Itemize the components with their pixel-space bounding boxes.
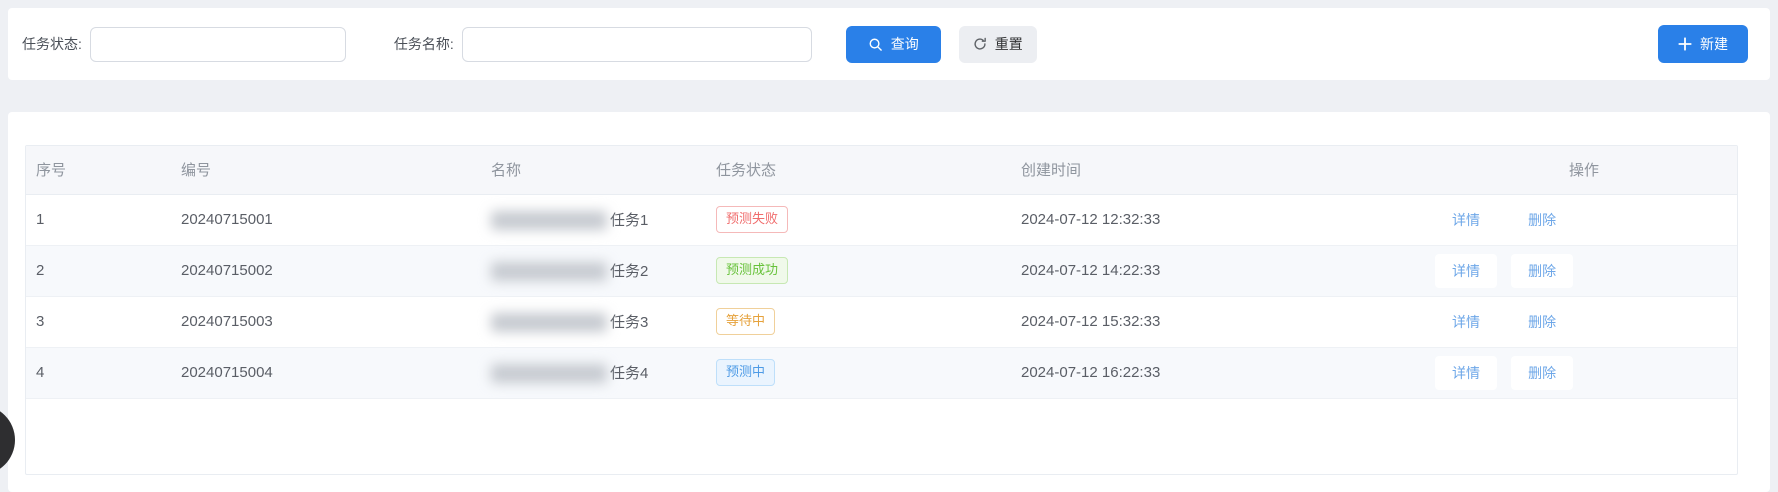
search-icon <box>868 37 883 52</box>
status-badge: 预测中 <box>716 359 775 385</box>
column-header-operations: 操作 <box>1431 146 1737 194</box>
redacted-name-blur <box>491 211 607 230</box>
cell-operations: 详情 删除 <box>1431 347 1737 398</box>
redacted-name-blur <box>491 262 607 281</box>
task-name-label: 任务名称: <box>394 34 454 54</box>
status-badge: 预测失败 <box>716 206 788 232</box>
delete-button[interactable]: 删除 <box>1511 254 1573 288</box>
task-name-input[interactable] <box>462 27 812 62</box>
delete-button[interactable]: 删除 <box>1511 305 1573 339</box>
detail-button[interactable]: 详情 <box>1435 254 1497 288</box>
cell-code: 20240715004 <box>171 347 481 398</box>
detail-button[interactable]: 详情 <box>1435 305 1497 339</box>
name-suffix: 任务1 <box>610 212 648 229</box>
status-badge: 等待中 <box>716 308 775 334</box>
task-status-label: 任务状态: <box>22 34 82 54</box>
column-header-index: 序号 <box>26 146 171 194</box>
table-row: 4 20240715004 任务4 预测中 2024-07-12 16:22:3… <box>26 347 1737 398</box>
cell-created: 2024-07-12 15:32:33 <box>1011 296 1431 347</box>
column-header-status: 任务状态 <box>706 146 1011 194</box>
delete-button[interactable]: 删除 <box>1511 356 1573 390</box>
cell-name: 任务2 <box>481 245 706 296</box>
column-header-code: 编号 <box>171 146 481 194</box>
create-button-label: 新建 <box>1700 34 1728 54</box>
column-header-created: 创建时间 <box>1011 146 1431 194</box>
search-button-label: 查询 <box>891 34 919 54</box>
cell-operations: 详情 删除 <box>1431 296 1737 347</box>
task-list-card: 序号 编号 名称 任务状态 创建时间 操作 1 20240715001 任务1 … <box>8 112 1770 492</box>
cell-status: 等待中 <box>706 296 1011 347</box>
cell-index: 4 <box>26 347 171 398</box>
cell-code: 20240715003 <box>171 296 481 347</box>
plus-icon <box>1678 37 1692 51</box>
detail-button[interactable]: 详情 <box>1435 203 1497 237</box>
cell-operations: 详情 删除 <box>1431 194 1737 245</box>
table-row: 3 20240715003 任务3 等待中 2024-07-12 15:32:3… <box>26 296 1737 347</box>
column-header-name: 名称 <box>481 146 706 194</box>
reset-button-label: 重置 <box>995 34 1023 54</box>
table-row: 1 20240715001 任务1 预测失败 2024-07-12 12:32:… <box>26 194 1737 245</box>
table-body: 1 20240715001 任务1 预测失败 2024-07-12 12:32:… <box>26 194 1737 398</box>
cell-created: 2024-07-12 16:22:33 <box>1011 347 1431 398</box>
cell-status: 预测中 <box>706 347 1011 398</box>
task-status-input[interactable] <box>90 27 346 62</box>
redacted-name-blur <box>491 313 607 332</box>
task-table: 序号 编号 名称 任务状态 创建时间 操作 1 20240715001 任务1 … <box>25 145 1738 475</box>
name-suffix: 任务4 <box>610 365 648 382</box>
cell-operations: 详情 删除 <box>1431 245 1737 296</box>
table-row: 2 20240715002 任务2 预测成功 2024-07-12 14:22:… <box>26 245 1737 296</box>
name-suffix: 任务3 <box>610 314 648 331</box>
cell-created: 2024-07-12 14:22:33 <box>1011 245 1431 296</box>
cell-code: 20240715001 <box>171 194 481 245</box>
cell-index: 3 <box>26 296 171 347</box>
cell-status: 预测失败 <box>706 194 1011 245</box>
cell-index: 2 <box>26 245 171 296</box>
filter-toolbar: 任务状态: 任务名称: 查询 重置 新建 <box>8 8 1770 80</box>
refresh-icon <box>973 37 987 51</box>
detail-button[interactable]: 详情 <box>1435 356 1497 390</box>
cell-name: 任务4 <box>481 347 706 398</box>
cell-index: 1 <box>26 194 171 245</box>
delete-button[interactable]: 删除 <box>1511 203 1573 237</box>
cell-name: 任务1 <box>481 194 706 245</box>
cell-status: 预测成功 <box>706 245 1011 296</box>
create-button[interactable]: 新建 <box>1658 25 1748 63</box>
cell-created: 2024-07-12 12:32:33 <box>1011 194 1431 245</box>
cell-code: 20240715002 <box>171 245 481 296</box>
redacted-name-blur <box>491 364 607 383</box>
search-button[interactable]: 查询 <box>846 26 941 63</box>
name-suffix: 任务2 <box>610 263 648 280</box>
table-header-row: 序号 编号 名称 任务状态 创建时间 操作 <box>26 146 1737 194</box>
status-badge: 预测成功 <box>716 257 788 283</box>
reset-button[interactable]: 重置 <box>959 26 1037 63</box>
cell-name: 任务3 <box>481 296 706 347</box>
